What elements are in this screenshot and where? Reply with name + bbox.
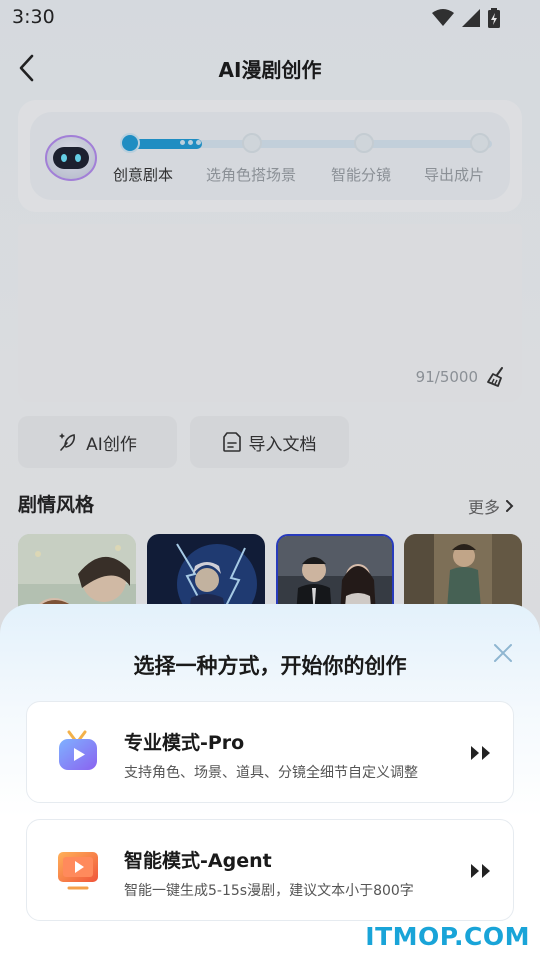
play-screen-icon bbox=[58, 852, 98, 890]
double-arrow-right-icon bbox=[471, 746, 490, 760]
mode-title-agent: 智能模式-Agent bbox=[124, 850, 272, 872]
mode-desc-agent: 智能一键生成5-15s漫剧，建议文本小于800字 bbox=[124, 883, 414, 899]
close-icon[interactable] bbox=[492, 642, 514, 664]
double-arrow-right-icon bbox=[471, 864, 490, 878]
sheet-title: 选择一种方式，开始你的创作 bbox=[133, 654, 407, 678]
mode-card-agent[interactable]: 智能模式-Agent 智能一键生成5-15s漫剧，建议文本小于800字 bbox=[26, 819, 514, 921]
tv-icon bbox=[59, 730, 97, 770]
mode-desc-pro: 支持角色、场景、道具、分镜全细节自定义调整 bbox=[124, 765, 418, 781]
mode-card-pro[interactable]: 专业模式-Pro 支持角色、场景、道具、分镜全细节自定义调整 bbox=[26, 701, 514, 803]
watermark-text: ITMOP.COM bbox=[365, 922, 530, 951]
mode-title-pro: 专业模式-Pro bbox=[124, 732, 245, 754]
mode-select-sheet: 选择一种方式，开始你的创作 专业模式-Pro 支持角色、场景、道具、分镜全细节自… bbox=[0, 604, 540, 960]
